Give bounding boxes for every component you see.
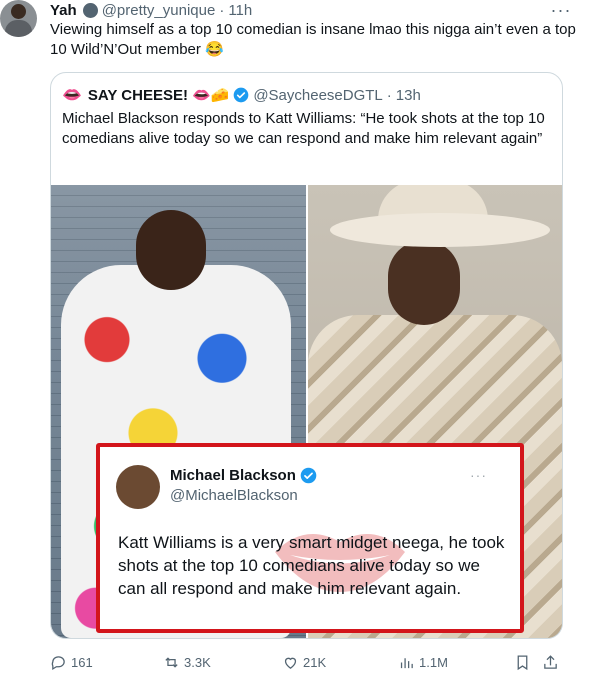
embedded-more-icon: ··· (470, 467, 487, 483)
like-button[interactable]: 21K (282, 652, 326, 672)
author-name[interactable]: Yah (50, 2, 77, 19)
quote-text: Michael Blackson responds to Katt Willia… (62, 110, 545, 147)
embedded-post-card: Michael Blackson @MichaelBlackson ··· Ka… (96, 443, 524, 633)
author-handle[interactable]: @pretty_yunique (102, 2, 216, 19)
tweet-text: Viewing himself as a top 10 comedian is … (50, 21, 576, 58)
embedded-name-row: Michael Blackson (170, 467, 317, 484)
verified-badge-icon (233, 87, 249, 103)
more-options-button[interactable]: ··· (546, 0, 576, 20)
share-button[interactable] (542, 652, 559, 672)
quote-time[interactable]: 13h (396, 87, 421, 104)
author-avatar[interactable] (0, 0, 37, 37)
embedded-handle: @MichaelBlackson (170, 487, 298, 504)
quote-handle[interactable]: @SaycheeseDGTL (253, 87, 382, 104)
views-button[interactable]: 1.1M (398, 652, 448, 672)
quoted-tweet[interactable]: 👄 SAY CHEESE! 👄🧀 @SaycheeseDGTL · 13h Mi… (50, 72, 563, 639)
person-left (136, 210, 206, 290)
embedded-author-name: Michael Blackson (170, 467, 296, 484)
avatar-body (5, 20, 32, 37)
quote-author-name[interactable]: SAY CHEESE! (88, 87, 188, 104)
action-bar: 161 3.3K 21K 1.1M (50, 652, 560, 672)
reply-count: 161 (71, 654, 93, 670)
repost-button[interactable]: 3.3K (163, 652, 211, 672)
reply-icon (51, 655, 65, 670)
bookmark-icon (517, 654, 528, 670)
quote-author-emojis: 👄🧀 (191, 87, 230, 104)
like-icon (284, 657, 297, 669)
views-icon (400, 657, 413, 668)
person-right (388, 240, 460, 325)
tweet-time[interactable]: 11h (228, 2, 252, 19)
quote-avatar[interactable]: 👄 (62, 85, 82, 105)
separator: · (219, 1, 225, 19)
avatar-head (11, 4, 26, 19)
repost-count: 3.3K (184, 654, 211, 670)
share-icon (544, 654, 557, 669)
like-count: 21K (303, 654, 327, 670)
embedded-avatar (116, 465, 160, 509)
cowboy-hat-brim (330, 213, 550, 247)
repost-icon (165, 656, 178, 668)
tweet-header: Yah @pretty_yunique · 11h (50, 0, 252, 20)
views-count: 1.1M (419, 654, 448, 670)
quote-separator: · (386, 86, 392, 104)
quote-image[interactable]: Michael Blackson @MichaelBlackson ··· Ka… (51, 185, 562, 638)
quote-header: 👄 SAY CHEESE! 👄🧀 @SaycheeseDGTL · 13h (62, 85, 421, 105)
status-icon (82, 2, 98, 18)
reply-button[interactable]: 161 (50, 652, 93, 672)
verified-badge-icon (300, 467, 317, 484)
embedded-post-text: Katt Williams is a very smart midget nee… (118, 533, 505, 598)
bookmark-button[interactable] (514, 652, 531, 672)
